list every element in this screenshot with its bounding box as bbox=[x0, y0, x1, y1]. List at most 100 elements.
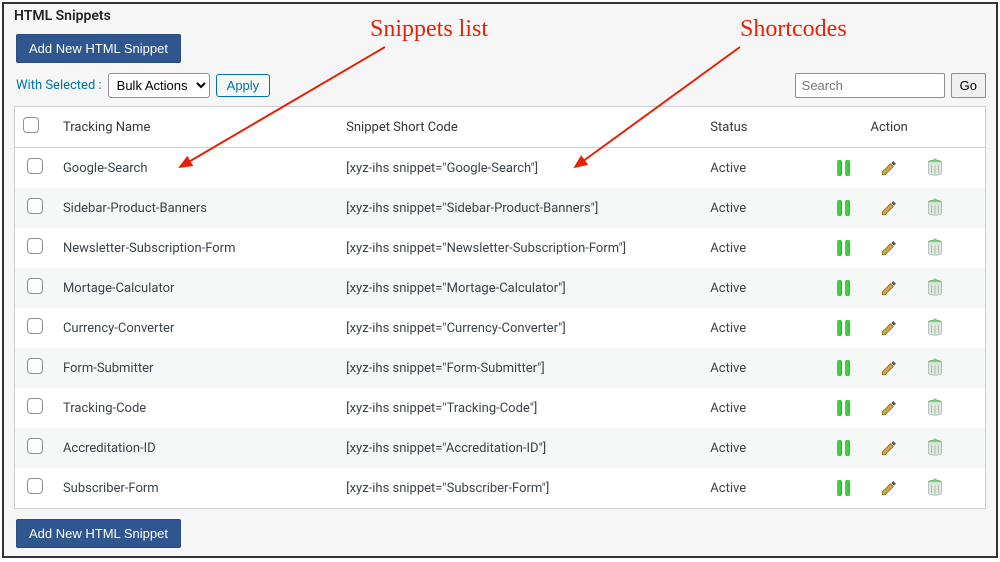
row-checkbox[interactable] bbox=[27, 358, 43, 374]
delete-icon[interactable] bbox=[925, 158, 945, 178]
delete-icon[interactable] bbox=[925, 478, 945, 498]
row-actions bbox=[801, 238, 977, 258]
row-actions bbox=[801, 358, 977, 378]
edit-icon[interactable] bbox=[879, 438, 899, 458]
row-checkbox[interactable] bbox=[27, 158, 43, 174]
col-action: Action bbox=[793, 107, 985, 148]
snippet-name[interactable]: Sidebar-Product-Banners bbox=[55, 188, 338, 228]
pause-icon[interactable] bbox=[833, 358, 853, 378]
snippet-status: Active bbox=[702, 268, 793, 308]
row-checkbox[interactable] bbox=[27, 438, 43, 454]
pause-icon[interactable] bbox=[833, 398, 853, 418]
go-button[interactable]: Go bbox=[951, 73, 986, 98]
row-checkbox[interactable] bbox=[27, 198, 43, 214]
delete-icon[interactable] bbox=[925, 278, 945, 298]
edit-icon[interactable] bbox=[879, 238, 899, 258]
add-new-button-bottom[interactable]: Add New HTML Snippet bbox=[16, 519, 181, 548]
row-checkbox[interactable] bbox=[27, 398, 43, 414]
edit-icon[interactable] bbox=[879, 478, 899, 498]
edit-icon[interactable] bbox=[879, 358, 899, 378]
row-actions bbox=[801, 278, 977, 298]
snippet-status: Active bbox=[702, 348, 793, 388]
snippet-shortcode: [xyz-ihs snippet="Accreditation-ID"] bbox=[338, 428, 702, 468]
col-status[interactable]: Status bbox=[702, 107, 793, 148]
row-actions bbox=[801, 158, 977, 178]
pause-icon[interactable] bbox=[833, 198, 853, 218]
snippet-shortcode: [xyz-ihs snippet="Sidebar-Product-Banner… bbox=[338, 188, 702, 228]
snippet-name[interactable]: Tracking-Code bbox=[55, 388, 338, 428]
table-row: Google-Search[xyz-ihs snippet="Google-Se… bbox=[15, 148, 986, 189]
snippet-status: Active bbox=[702, 468, 793, 509]
snippet-name[interactable]: Mortage-Calculator bbox=[55, 268, 338, 308]
delete-icon[interactable] bbox=[925, 198, 945, 218]
search-input[interactable] bbox=[795, 73, 945, 98]
pause-icon[interactable] bbox=[833, 158, 853, 178]
col-tracking-name[interactable]: Tracking Name bbox=[55, 107, 338, 148]
row-actions bbox=[801, 438, 977, 458]
pause-icon[interactable] bbox=[833, 238, 853, 258]
snippet-name[interactable]: Google-Search bbox=[55, 148, 338, 189]
snippet-status: Active bbox=[702, 148, 793, 189]
snippet-name[interactable]: Newsletter-Subscription-Form bbox=[55, 228, 338, 268]
table-row: Subscriber-Form[xyz-ihs snippet="Subscri… bbox=[15, 468, 986, 509]
row-actions bbox=[801, 318, 977, 338]
edit-icon[interactable] bbox=[879, 318, 899, 338]
add-new-button-top[interactable]: Add New HTML Snippet bbox=[16, 34, 181, 63]
snippet-name[interactable]: Accreditation-ID bbox=[55, 428, 338, 468]
select-all-header bbox=[15, 107, 55, 148]
select-all-checkbox[interactable] bbox=[23, 117, 39, 133]
snippet-shortcode: [xyz-ihs snippet="Currency-Converter"] bbox=[338, 308, 702, 348]
pause-icon[interactable] bbox=[833, 278, 853, 298]
topbar: Add New HTML Snippet bbox=[4, 30, 996, 73]
snippet-shortcode: [xyz-ihs snippet="Tracking-Code"] bbox=[338, 388, 702, 428]
delete-icon[interactable] bbox=[925, 398, 945, 418]
pause-icon[interactable] bbox=[833, 478, 853, 498]
table-row: Sidebar-Product-Banners[xyz-ihs snippet=… bbox=[15, 188, 986, 228]
row-checkbox[interactable] bbox=[27, 238, 43, 254]
snippet-shortcode: [xyz-ihs snippet="Subscriber-Form"] bbox=[338, 468, 702, 509]
snippet-shortcode: [xyz-ihs snippet="Mortage-Calculator"] bbox=[338, 268, 702, 308]
delete-icon[interactable] bbox=[925, 238, 945, 258]
pause-icon[interactable] bbox=[833, 318, 853, 338]
delete-icon[interactable] bbox=[925, 318, 945, 338]
edit-icon[interactable] bbox=[879, 278, 899, 298]
delete-icon[interactable] bbox=[925, 358, 945, 378]
col-short-code[interactable]: Snippet Short Code bbox=[338, 107, 702, 148]
panel-title: HTML Snippets bbox=[4, 4, 996, 30]
snippets-panel: HTML Snippets Add New HTML Snippet With … bbox=[2, 2, 998, 558]
row-actions bbox=[801, 478, 977, 498]
snippet-name[interactable]: Subscriber-Form bbox=[55, 468, 338, 509]
pause-icon[interactable] bbox=[833, 438, 853, 458]
table-row: Mortage-Calculator[xyz-ihs snippet="Mort… bbox=[15, 268, 986, 308]
snippet-shortcode: [xyz-ihs snippet="Google-Search"] bbox=[338, 148, 702, 189]
snippet-name[interactable]: Form-Submitter bbox=[55, 348, 338, 388]
snippet-status: Active bbox=[702, 188, 793, 228]
snippet-name[interactable]: Currency-Converter bbox=[55, 308, 338, 348]
table-row: Currency-Converter[xyz-ihs snippet="Curr… bbox=[15, 308, 986, 348]
row-actions bbox=[801, 198, 977, 218]
delete-icon[interactable] bbox=[925, 438, 945, 458]
row-checkbox[interactable] bbox=[27, 318, 43, 334]
snippets-table: Tracking Name Snippet Short Code Status … bbox=[14, 106, 986, 509]
row-actions bbox=[801, 398, 977, 418]
edit-icon[interactable] bbox=[879, 158, 899, 178]
table-row: Newsletter-Subscription-Form[xyz-ihs sni… bbox=[15, 228, 986, 268]
table-row: Accreditation-ID[xyz-ihs snippet="Accred… bbox=[15, 428, 986, 468]
bottombar: Add New HTML Snippet bbox=[4, 509, 996, 558]
table-row: Tracking-Code[xyz-ihs snippet="Tracking-… bbox=[15, 388, 986, 428]
filters-row: With Selected : Bulk Actions Apply Go bbox=[4, 73, 996, 106]
snippet-status: Active bbox=[702, 428, 793, 468]
snippet-status: Active bbox=[702, 308, 793, 348]
edit-icon[interactable] bbox=[879, 198, 899, 218]
snippet-status: Active bbox=[702, 228, 793, 268]
row-checkbox[interactable] bbox=[27, 278, 43, 294]
snippet-status: Active bbox=[702, 388, 793, 428]
table-row: Form-Submitter[xyz-ihs snippet="Form-Sub… bbox=[15, 348, 986, 388]
snippet-shortcode: [xyz-ihs snippet="Newsletter-Subscriptio… bbox=[338, 228, 702, 268]
apply-button[interactable]: Apply bbox=[216, 74, 271, 97]
row-checkbox[interactable] bbox=[27, 478, 43, 494]
with-selected-label: With Selected : bbox=[16, 78, 102, 93]
snippet-shortcode: [xyz-ihs snippet="Form-Submitter"] bbox=[338, 348, 702, 388]
edit-icon[interactable] bbox=[879, 398, 899, 418]
bulk-actions-select[interactable]: Bulk Actions bbox=[108, 73, 210, 98]
